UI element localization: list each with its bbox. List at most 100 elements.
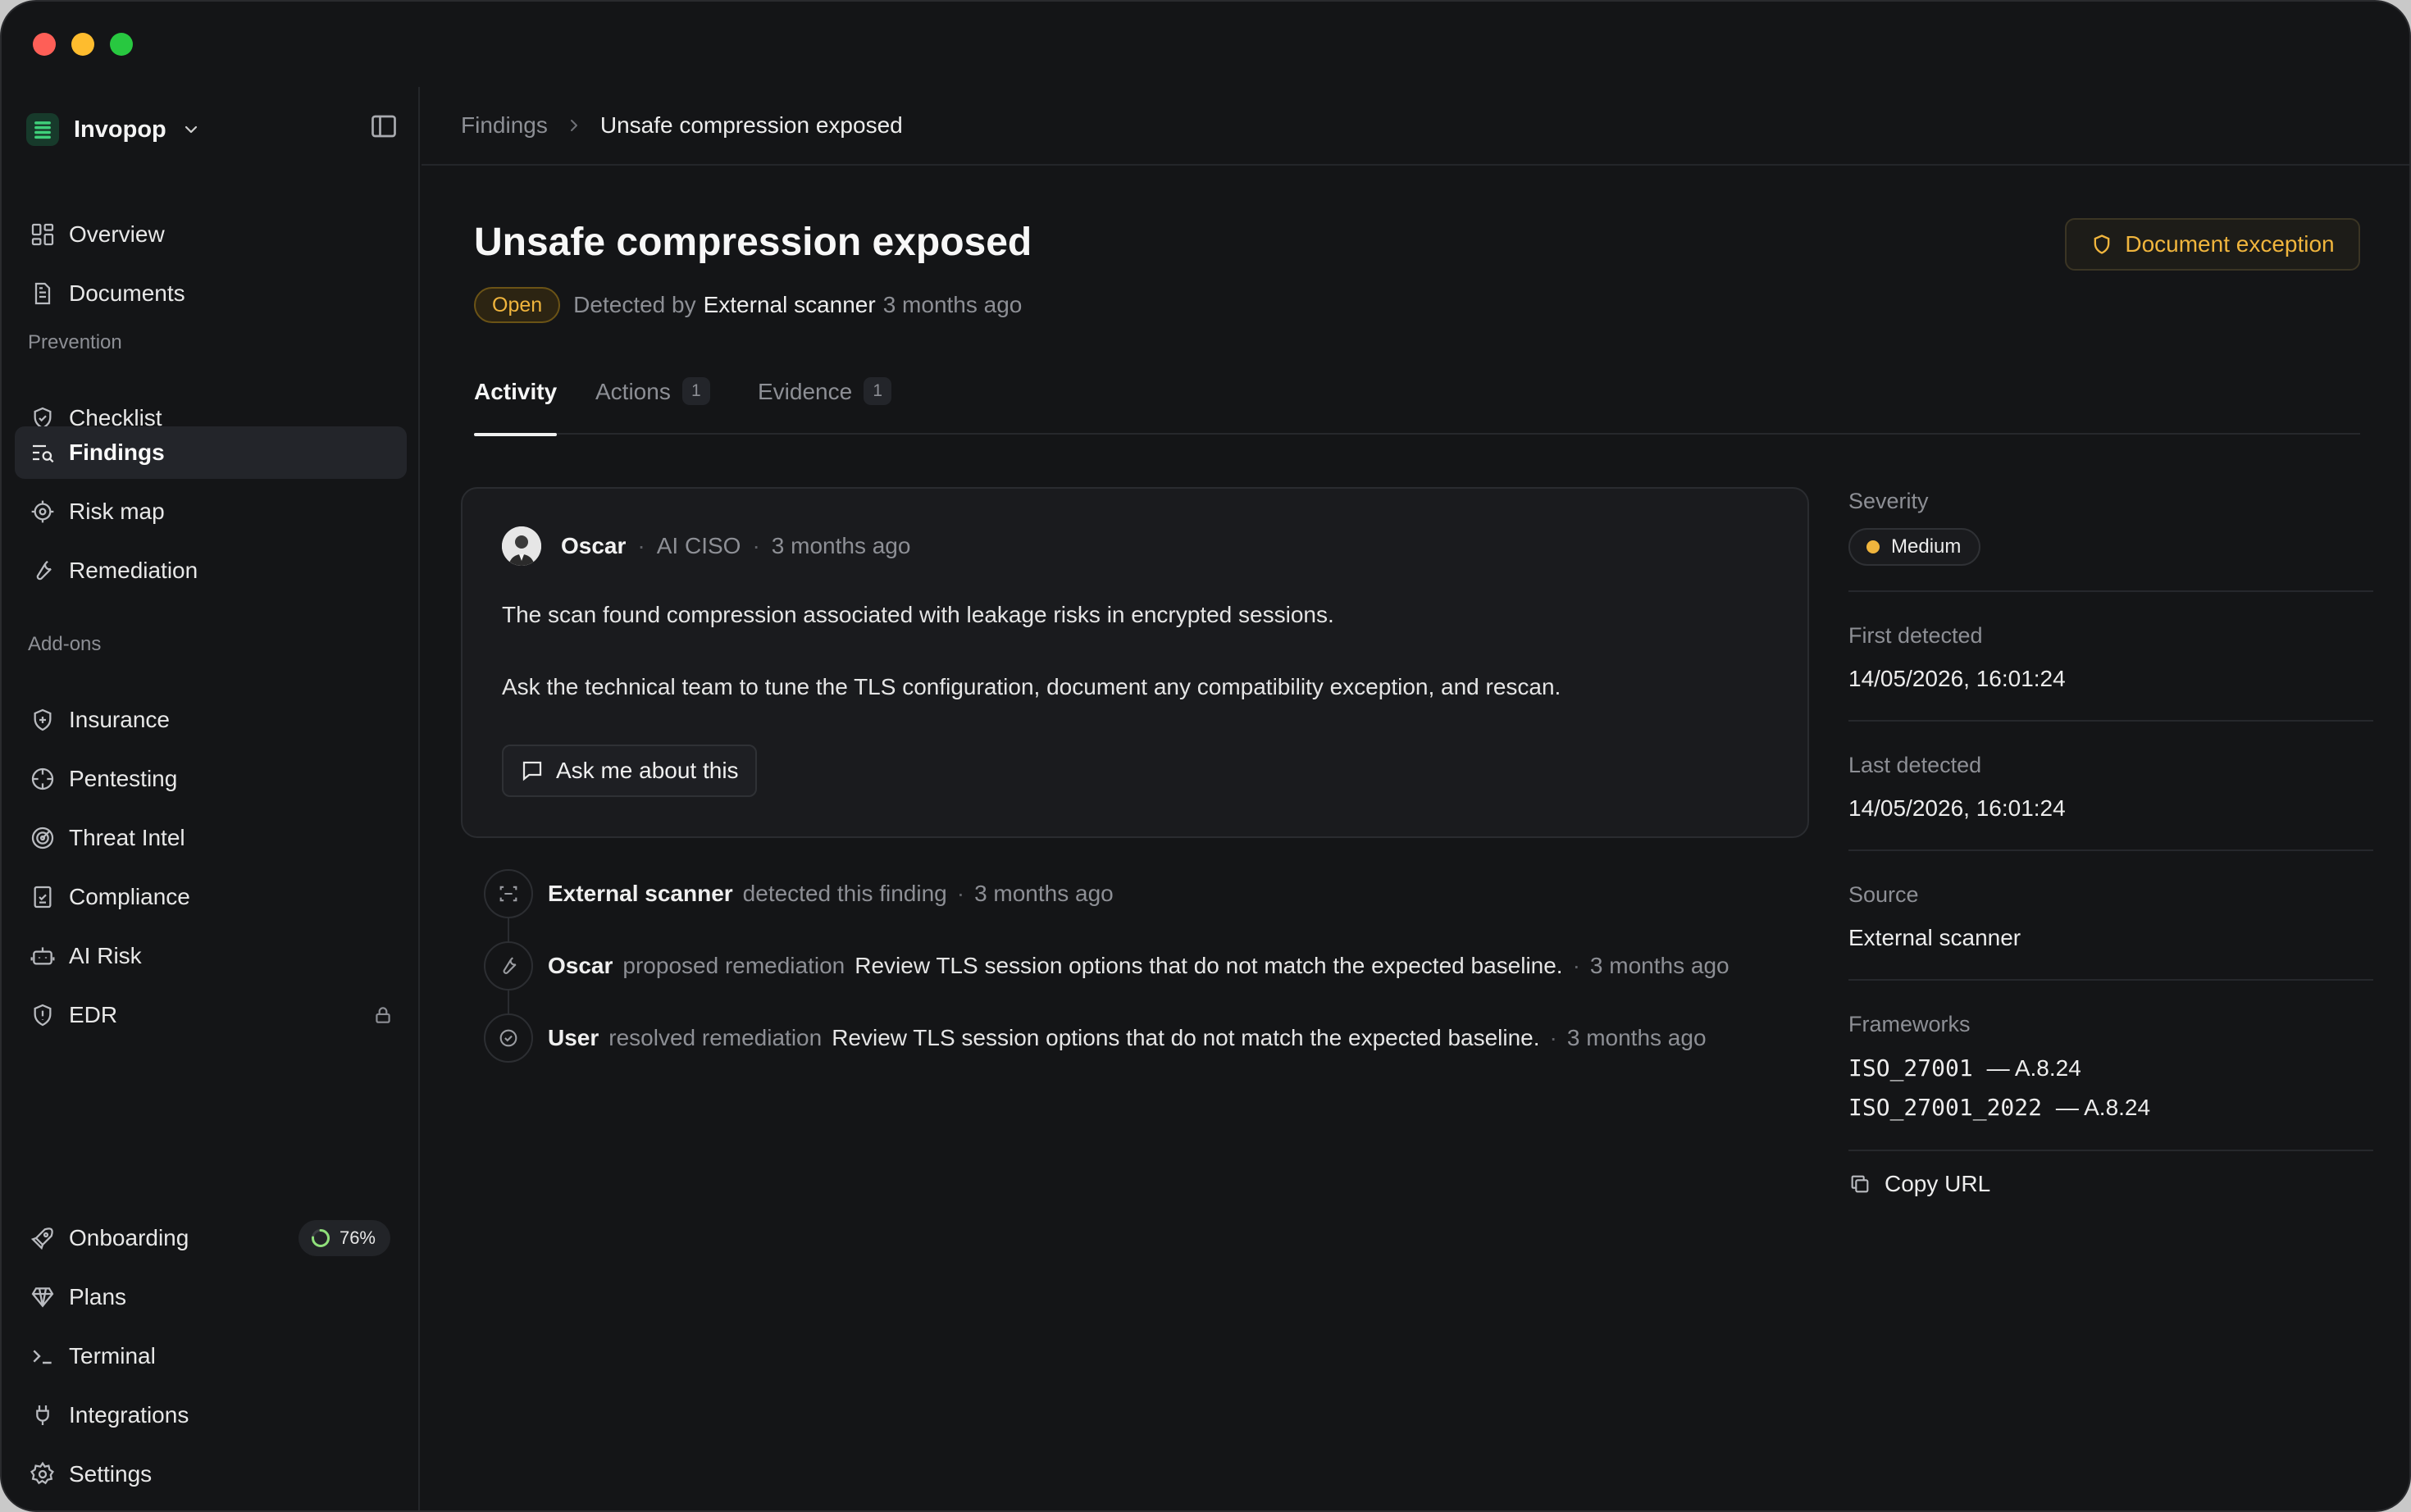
breadcrumb: Findings Unsafe compression exposed [422, 87, 2409, 166]
sidebar-item-documents[interactable]: Documents [15, 267, 407, 320]
comment-card: Oscar · AI CISO · 3 months ago The scan … [461, 487, 1809, 838]
sidebar-item-label: Integrations [69, 1402, 189, 1428]
document-icon [34, 282, 51, 305]
sidebar-item-label: Plans [69, 1284, 127, 1309]
first-detected-label: First detected [1848, 623, 1983, 648]
sidebar-item-label: Terminal [69, 1343, 156, 1369]
framework-code: ISO_27001 [1848, 1054, 1973, 1082]
timeline-action: proposed remediation [622, 953, 845, 978]
timeline-item: User resolved remediation Review TLS ses… [484, 1013, 1707, 1063]
onboarding-progress-value: 76% [339, 1227, 376, 1248]
copy-url-label: Copy URL [1885, 1171, 1991, 1196]
sidebar-item-pentesting[interactable]: Pentesting [15, 753, 407, 805]
separator-dot: · [752, 533, 760, 558]
plug-icon [36, 1405, 49, 1425]
timeline-detail: Review TLS session options that do not m… [855, 953, 1563, 978]
timeline-action: detected this finding [742, 881, 947, 906]
ask-me-label: Ask me about this [556, 758, 739, 783]
frameworks-label: Frameworks [1848, 1012, 1971, 1036]
sidebar-toggle-icon[interactable] [369, 112, 399, 141]
separator-dot: · [637, 533, 645, 558]
comment-role: AI CISO [656, 533, 741, 558]
workspace-logo-icon [26, 113, 59, 146]
sidebar-item-edr[interactable]: EDR [15, 989, 407, 1041]
sidebar-item-settings[interactable]: Settings [15, 1448, 407, 1501]
sidebar-item-insurance[interactable]: Insurance [15, 694, 407, 746]
separator-dot: · [1572, 953, 1580, 978]
sidebar-item-integrations[interactable]: Integrations [15, 1389, 407, 1441]
comment-header: Oscar · AI CISO · 3 months ago [502, 526, 910, 566]
sidebar-item-threat-intel[interactable]: Threat Intel [15, 812, 407, 864]
detected-by-prefix: Detected by [573, 292, 696, 317]
workspace-switcher[interactable]: Invopop [26, 107, 201, 153]
framework-control: — A.8.24 [2055, 1095, 2151, 1120]
tab-actions[interactable]: Actions 1 [595, 377, 710, 435]
comment-paragraph: The scan found compression associated wi… [502, 602, 1334, 627]
tab-evidence[interactable]: Evidence 1 [758, 377, 892, 435]
gear-icon [30, 1461, 54, 1485]
terminal-icon [33, 1350, 52, 1364]
divider [1848, 979, 2373, 981]
framework-code: ISO_27001_2022 [1848, 1094, 2043, 1121]
wrench-icon [484, 941, 533, 991]
target-icon [31, 500, 54, 523]
source-value: External scanner [1848, 925, 2021, 950]
chevron-down-icon [185, 125, 197, 134]
framework-item: ISO_27001_2022 — A.8.24 [1848, 1094, 2150, 1121]
timeline-time: 3 months ago [1566, 1025, 1707, 1050]
sidebar-item-onboarding[interactable]: Onboarding 76% [15, 1212, 407, 1264]
timeline-actor: External scanner [548, 881, 733, 906]
timeline-actor: User [548, 1025, 599, 1050]
rocket-icon [30, 1227, 53, 1250]
sidebar-item-terminal[interactable]: Terminal [15, 1330, 407, 1382]
chat-icon [522, 761, 542, 781]
sidebar-item-label: Overview [69, 221, 165, 247]
check-circle-icon [484, 1013, 533, 1063]
sidebar-item-risk-map[interactable]: Risk map [15, 485, 407, 538]
detected-by-source: External scanner [703, 292, 876, 317]
tab-count-badge: 1 [864, 377, 892, 405]
sidebar-item-label: Onboarding [69, 1225, 189, 1250]
severity-dot [1866, 540, 1880, 553]
close-window-button[interactable] [33, 33, 56, 56]
shield-alert-icon [34, 1004, 52, 1027]
search-list-icon [33, 444, 54, 463]
framework-item: ISO_27001 — A.8.24 [1848, 1054, 2081, 1082]
onboarding-progress-badge: 76% [298, 1220, 390, 1256]
sidebar-item-findings[interactable]: Findings [15, 426, 407, 479]
severity-badge: Medium [1848, 528, 1981, 566]
document-exception-button[interactable]: Document exception [2065, 218, 2360, 271]
divider [1848, 849, 2373, 851]
window-controls [33, 33, 133, 56]
tab-count-badge: 1 [681, 377, 710, 405]
breadcrumb-findings-link[interactable]: Findings [461, 112, 548, 139]
document-exception-label: Document exception [2125, 231, 2335, 257]
divider [1848, 720, 2373, 722]
sidebar-item-label: Insurance [69, 707, 170, 732]
timeline-item: Oscar proposed remediation Review TLS se… [484, 941, 1730, 991]
sidebar-item-compliance[interactable]: Compliance [15, 871, 407, 923]
sidebar-item-remediation[interactable]: Remediation [15, 544, 407, 597]
sidebar-item-overview[interactable]: Overview [15, 208, 407, 261]
workspace-name: Invopop [74, 116, 166, 143]
copy-url-button[interactable]: Copy URL [1848, 1171, 1990, 1197]
minimize-window-button[interactable] [71, 33, 94, 56]
detected-time: 3 months ago [882, 292, 1023, 317]
breadcrumb-current: Unsafe compression exposed [599, 112, 903, 138]
lock-icon [376, 1007, 390, 1023]
shield-plus-icon [34, 708, 52, 731]
progress-ring-icon [311, 1229, 330, 1247]
tab-label: Evidence [758, 379, 853, 404]
sidebar-item-plans[interactable]: Plans [15, 1271, 407, 1323]
timeline-action: resolved remediation [608, 1025, 823, 1050]
separator-dot: · [956, 881, 965, 906]
sidebar-item-ai-risk[interactable]: AI Risk [15, 930, 407, 982]
comment-time: 3 months ago [771, 533, 911, 558]
tabs: Activity Actions 1 Evidence 1 [474, 362, 2360, 436]
last-detected-label: Last detected [1848, 753, 1982, 777]
tab-activity[interactable]: Activity [474, 379, 558, 436]
comment-author: Oscar [561, 533, 627, 558]
timeline-time: 3 months ago [974, 881, 1114, 906]
ask-me-button[interactable]: Ask me about this [502, 745, 757, 797]
maximize-window-button[interactable] [110, 33, 133, 56]
